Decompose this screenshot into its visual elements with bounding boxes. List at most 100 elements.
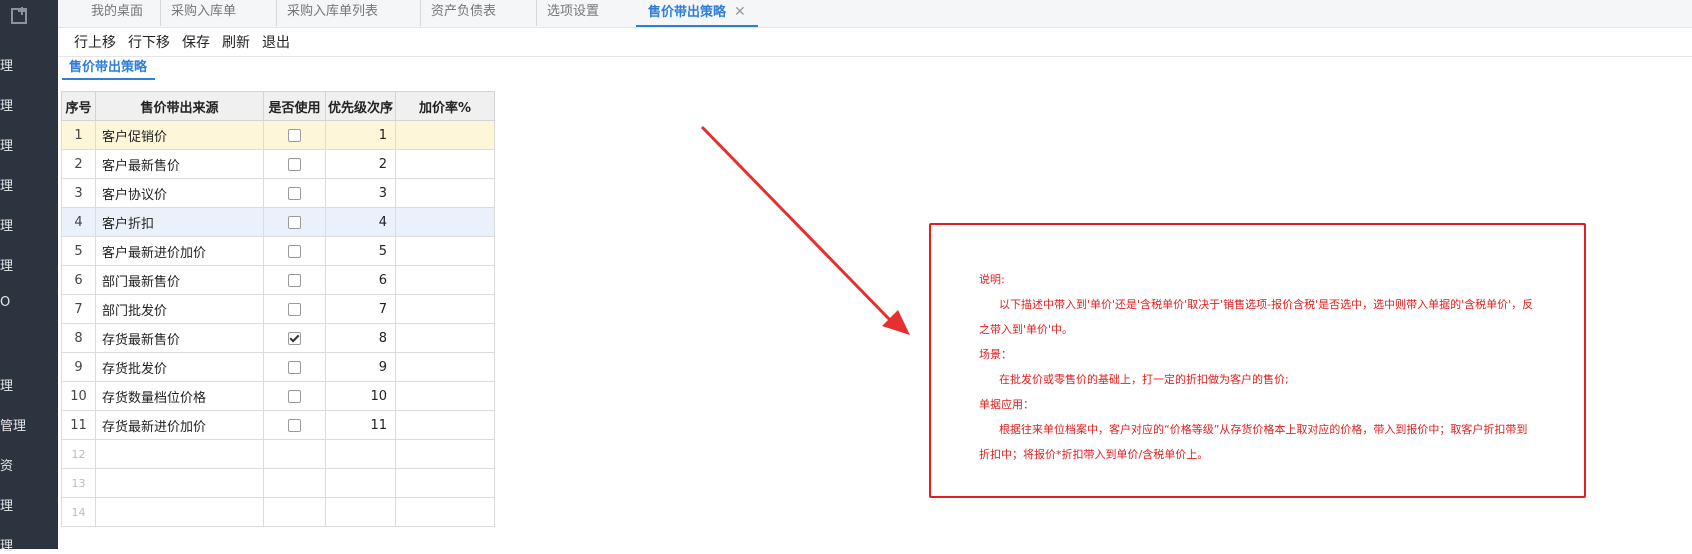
cell-markup[interactable]	[395, 120, 495, 150]
cell-priority[interactable]: 5	[325, 236, 396, 266]
cell-enabled[interactable]	[263, 468, 326, 498]
table-row[interactable]: 5 客户最新进价加价 5	[61, 236, 495, 266]
cell-enabled[interactable]	[263, 497, 326, 527]
checkbox[interactable]	[288, 331, 301, 345]
cell-markup[interactable]	[395, 207, 495, 237]
header-markup[interactable]: 加价率%	[395, 91, 495, 121]
checkbox[interactable]	[288, 157, 301, 171]
cell-enabled[interactable]	[263, 323, 326, 353]
cell-enabled[interactable]	[263, 294, 326, 324]
table-row[interactable]: 4 客户折扣 4	[61, 207, 495, 237]
cell-markup[interactable]	[395, 497, 495, 527]
cell-enabled[interactable]	[263, 178, 326, 208]
cell-source[interactable]: 客户折扣	[95, 207, 264, 237]
tab-desktop[interactable]: 我的桌面	[91, 0, 143, 26]
checkbox[interactable]	[288, 302, 301, 316]
header-seq[interactable]: 序号	[61, 91, 96, 121]
cell-enabled[interactable]	[263, 236, 326, 266]
cell-enabled[interactable]	[263, 381, 326, 411]
cell-priority[interactable]	[325, 439, 396, 469]
table-row[interactable]: 9 存货批发价 9	[61, 352, 495, 382]
checkbox[interactable]	[288, 360, 301, 374]
cell-enabled[interactable]	[263, 410, 326, 440]
cell-markup[interactable]	[395, 323, 495, 353]
sidebar-item[interactable]: 理	[0, 495, 13, 514]
cell-source[interactable]	[95, 497, 264, 527]
checkbox[interactable]	[288, 389, 301, 403]
cell-priority[interactable]: 3	[325, 178, 396, 208]
sidebar-item[interactable]: 理	[0, 375, 13, 394]
cell-markup[interactable]	[395, 178, 495, 208]
cell-enabled[interactable]	[263, 120, 326, 150]
subtab-price-strategy[interactable]: 售价带出策略	[62, 57, 156, 80]
table-row[interactable]: 3 客户协议价 3	[61, 178, 495, 208]
table-row[interactable]: 7 部门批发价 7	[61, 294, 495, 324]
cell-source[interactable]	[95, 468, 264, 498]
cell-priority[interactable]	[325, 497, 396, 527]
cell-source[interactable]: 客户协议价	[95, 178, 264, 208]
cell-markup[interactable]	[395, 294, 495, 324]
checkbox[interactable]	[288, 244, 301, 258]
cell-markup[interactable]	[395, 236, 495, 266]
cell-enabled[interactable]	[263, 439, 326, 469]
table-row[interactable]: 1 客户促销价 1	[61, 120, 495, 150]
tab-price-strategy[interactable]: 售价带出策略 ✕	[636, 0, 758, 27]
cell-source[interactable]: 部门批发价	[95, 294, 264, 324]
cell-markup[interactable]	[395, 468, 495, 498]
header-enabled[interactable]: 是否使用	[263, 91, 326, 121]
sidebar-item[interactable]: 理	[0, 175, 13, 194]
table-row[interactable]: 8 存货最新售价 8	[61, 323, 495, 353]
table-row[interactable]: 11 存货最新进价加价 11	[61, 410, 495, 440]
cell-source[interactable]: 存货数量档位价格	[95, 381, 264, 411]
table-row[interactable]: 2 客户最新售价 2	[61, 149, 495, 179]
tab-options[interactable]: 选项设置	[536, 0, 599, 26]
cell-enabled[interactable]	[263, 207, 326, 237]
cell-markup[interactable]	[395, 149, 495, 179]
refresh-button[interactable]: 刷新	[222, 32, 250, 52]
checkbox[interactable]	[288, 128, 301, 142]
move-down-button[interactable]: 行下移	[128, 32, 170, 52]
cell-priority[interactable]: 9	[325, 352, 396, 382]
sidebar-item[interactable]: 理	[0, 535, 13, 554]
cell-source[interactable]: 客户最新进价加价	[95, 236, 264, 266]
cell-markup[interactable]	[395, 439, 495, 469]
table-row[interactable]: 10 存货数量档位价格 10	[61, 381, 495, 411]
cell-priority[interactable]: 4	[325, 207, 396, 237]
tab-balance-sheet[interactable]: 资产负债表	[420, 0, 496, 26]
exit-button[interactable]: 退出	[262, 32, 290, 52]
cell-source[interactable]: 存货最新进价加价	[95, 410, 264, 440]
table-row-empty[interactable]: 13	[61, 468, 495, 498]
sidebar-item[interactable]: 理	[0, 95, 13, 114]
app-logo-icon[interactable]	[10, 6, 32, 26]
sidebar-item[interactable]: 理	[0, 215, 13, 234]
sidebar-item[interactable]: 理	[0, 55, 13, 74]
cell-enabled[interactable]	[263, 352, 326, 382]
cell-priority[interactable]: 10	[325, 381, 396, 411]
cell-source[interactable]: 存货批发价	[95, 352, 264, 382]
save-button[interactable]: 保存	[182, 32, 210, 52]
table-row-empty[interactable]: 14	[61, 497, 495, 527]
cell-markup[interactable]	[395, 381, 495, 411]
cell-priority[interactable]: 6	[325, 265, 396, 295]
sidebar-item[interactable]: 管理	[0, 415, 26, 434]
checkbox[interactable]	[288, 418, 301, 432]
cell-markup[interactable]	[395, 352, 495, 382]
sidebar-item[interactable]: O	[0, 295, 10, 310]
tab-purchase-inbound-list[interactable]: 采购入库单列表	[276, 0, 378, 26]
sidebar-item[interactable]: 资	[0, 455, 13, 474]
close-icon[interactable]: ✕	[734, 4, 746, 20]
checkbox[interactable]	[288, 215, 301, 229]
move-up-button[interactable]: 行上移	[74, 32, 116, 52]
cell-source[interactable]: 存货最新售价	[95, 323, 264, 353]
sidebar-item[interactable]: 理	[0, 135, 13, 154]
cell-priority[interactable]: 2	[325, 149, 396, 179]
cell-priority[interactable]: 7	[325, 294, 396, 324]
cell-enabled[interactable]	[263, 265, 326, 295]
table-row-empty[interactable]: 12	[61, 439, 495, 469]
cell-source[interactable]	[95, 439, 264, 469]
cell-source[interactable]: 部门最新售价	[95, 265, 264, 295]
tab-purchase-inbound[interactable]: 采购入库单	[160, 0, 236, 26]
sidebar-item[interactable]: 理	[0, 255, 13, 274]
header-priority[interactable]: 优先级次序	[325, 91, 396, 121]
table-row[interactable]: 6 部门最新售价 6	[61, 265, 495, 295]
